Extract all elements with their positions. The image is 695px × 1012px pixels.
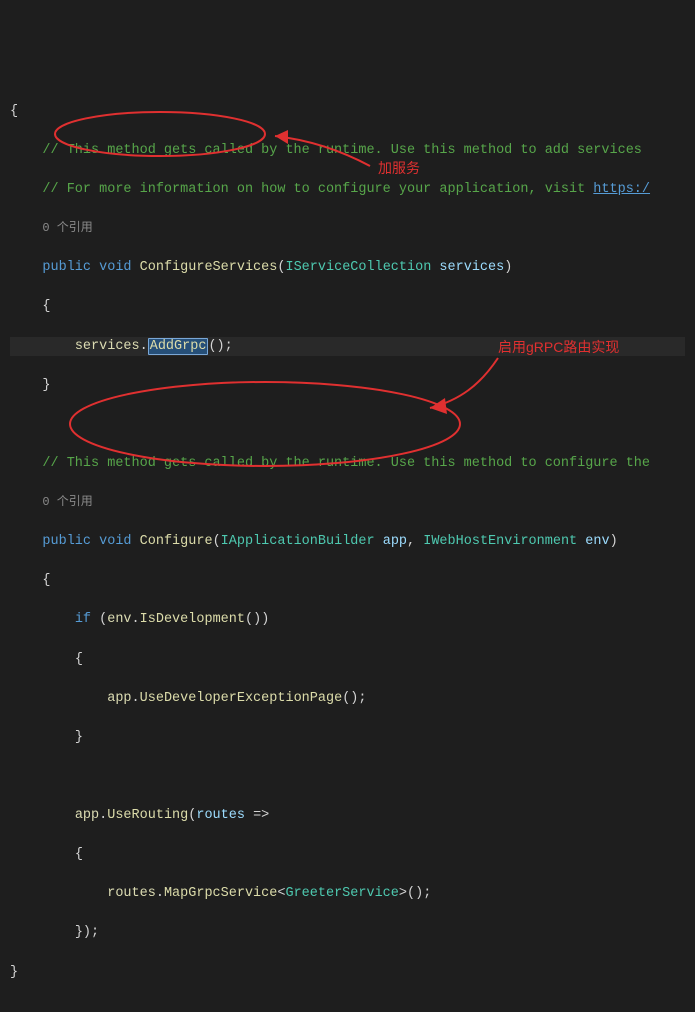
userouting-line: app.UseRouting(routes =>: [10, 806, 685, 826]
blank-line: [10, 767, 685, 787]
code-editor[interactable]: { // This method gets called by the runt…: [10, 82, 685, 1001]
comment-line: // This method gets called by the runtim…: [10, 141, 685, 161]
codelens-references[interactable]: 0 个引用: [10, 493, 685, 513]
annotation-add-service: 加服务: [378, 158, 420, 178]
if-line: if (env.IsDevelopment()): [10, 610, 685, 630]
close-routing-line: });: [10, 923, 685, 943]
comment-line: // This method gets called by the runtim…: [10, 454, 685, 474]
usedeveloperexception-line: app.UseDeveloperExceptionPage();: [10, 689, 685, 709]
brace-line: {: [10, 845, 685, 865]
method-signature: public void ConfigureServices(IServiceCo…: [10, 258, 685, 278]
blank-line: [10, 415, 685, 435]
brace-line: {: [10, 102, 685, 122]
brace-line: }: [10, 376, 685, 396]
brace-line: }: [10, 728, 685, 748]
method-signature: public void Configure(IApplicationBuilde…: [10, 532, 685, 552]
mapgrpc-line: routes.MapGrpcService<GreeterService>();: [10, 884, 685, 904]
brace-line: {: [10, 571, 685, 591]
brace-line: }: [10, 963, 685, 983]
brace-line: {: [10, 650, 685, 670]
codelens-references[interactable]: 0 个引用: [10, 219, 685, 239]
brace-line: {: [10, 297, 685, 317]
selected-text: AddGrpc: [148, 338, 209, 355]
comment-line: // For more information on how to config…: [10, 180, 685, 200]
doc-link[interactable]: https:/: [593, 182, 650, 197]
annotation-enable-grpc-routing: 启用gRPC路由实现: [498, 337, 619, 357]
